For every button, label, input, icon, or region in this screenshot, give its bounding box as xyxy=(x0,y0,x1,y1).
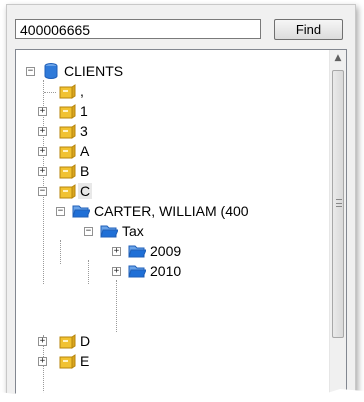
client-tree: − CLIENTS , + 1 + 3 + A + B − C − CARTER… xyxy=(15,49,347,395)
expand-icon[interactable]: + xyxy=(38,147,47,156)
tree-connector xyxy=(88,260,89,284)
tree-connector xyxy=(60,240,61,264)
collapse-icon[interactable]: − xyxy=(38,187,47,196)
scroll-thumb[interactable] xyxy=(332,70,344,338)
tree-view[interactable]: − CLIENTS , + 1 + 3 + A + B − C − CARTER… xyxy=(16,50,329,394)
expand-icon[interactable]: + xyxy=(112,267,121,276)
collapse-icon[interactable]: − xyxy=(26,67,35,76)
tree-connector xyxy=(44,92,56,93)
scroll-up-icon[interactable]: ▲ xyxy=(330,50,346,67)
tree-node-label: 2010 xyxy=(150,263,182,279)
search-input[interactable]: 400006665 xyxy=(15,19,261,39)
open-folder-icon xyxy=(100,225,118,238)
folder-icon xyxy=(59,354,76,369)
expand-icon[interactable]: + xyxy=(112,247,121,256)
find-button[interactable]: Find xyxy=(274,19,343,40)
expand-icon[interactable]: + xyxy=(38,337,47,346)
folder-icon xyxy=(128,265,146,278)
expand-icon[interactable]: + xyxy=(38,357,47,366)
folder-icon xyxy=(59,144,76,159)
tree-node-label: C xyxy=(78,183,93,199)
folder-icon xyxy=(128,245,146,258)
folder-icon xyxy=(59,334,76,349)
collapse-icon[interactable]: − xyxy=(56,207,65,216)
open-folder-icon xyxy=(72,205,90,218)
tree-node-label: D xyxy=(80,333,91,349)
folder-icon xyxy=(59,164,76,179)
folder-icon xyxy=(59,84,76,99)
folder-icon xyxy=(59,184,76,199)
tree-node-label: 2009 xyxy=(150,243,182,259)
client-browser-window: 400006665 Find − CLIENTS , + 1 + 3 + A +… xyxy=(6,4,356,396)
expand-icon[interactable]: + xyxy=(38,127,47,136)
folder-icon xyxy=(59,124,76,139)
torn-edge-bottom xyxy=(0,388,364,402)
tree-node-label: B xyxy=(80,163,90,179)
expand-icon[interactable]: + xyxy=(38,107,47,116)
tree-node-label: 3 xyxy=(80,123,88,139)
tree-node-label: , xyxy=(80,83,84,99)
folder-icon xyxy=(59,104,76,119)
tree-node-label: CARTER, WILLIAM (400 xyxy=(94,203,249,219)
tree-node-label: Tax xyxy=(122,223,144,239)
collapse-icon[interactable]: − xyxy=(84,227,93,236)
database-icon xyxy=(44,63,58,79)
tree-node-label: A xyxy=(80,143,90,159)
tree-connector xyxy=(116,280,117,332)
expand-icon[interactable]: + xyxy=(38,167,47,176)
vertical-scrollbar[interactable]: ▲ xyxy=(329,50,346,394)
tree-node-label: 1 xyxy=(80,103,88,119)
tree-node-label: CLIENTS xyxy=(64,63,124,79)
search-bar: 400006665 Find xyxy=(15,19,347,41)
tree-node-label: E xyxy=(80,353,90,369)
grip-icon xyxy=(336,199,342,207)
